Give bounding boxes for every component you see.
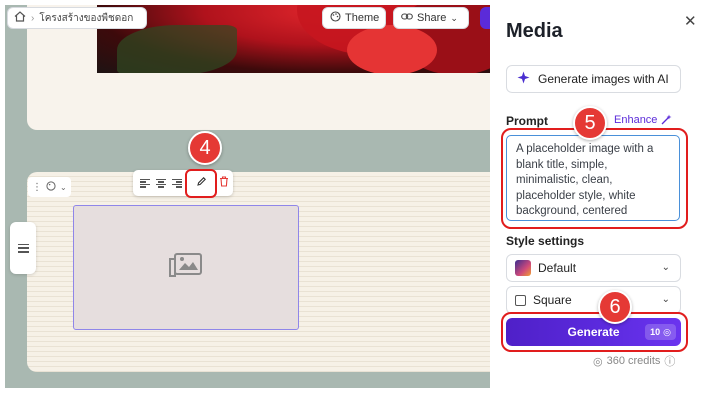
aspect-value: Square [533,293,572,307]
breadcrumb: › โครงสร้างของพืชดอก [7,7,147,29]
trash-icon[interactable] [219,176,229,190]
present-button-edge[interactable] [480,7,490,29]
enhance-label: Enhance [614,114,658,126]
prompt-label: Prompt [506,114,548,128]
block-tools: ⋮ ⌄ [28,177,71,197]
generate-images-label: Generate images with AI [538,72,669,86]
media-panel: Media ✕ Generate images with AI Prompt E… [490,0,712,419]
chevron-down-icon: ⌄ [661,262,670,273]
image-placeholder[interactable] [73,205,299,330]
step-badge-6: 6 [598,290,632,324]
link-icon [401,12,413,24]
palette-icon [330,11,341,25]
chevron-down-icon[interactable]: ⌄ [60,183,67,192]
ai-sparkle-icon [517,71,530,87]
share-label: Share [417,12,447,24]
checkbox-icon [515,294,526,306]
share-button[interactable]: Share ⌄ [393,7,469,29]
align-center-icon[interactable] [156,178,166,188]
menu-icon [17,243,29,253]
panel-title: Media [506,20,563,42]
style-thumbnail [515,260,531,276]
chevron-down-icon: ⌄ [661,294,670,305]
style-value: Default [538,261,577,275]
home-icon[interactable] [14,11,26,25]
style-select[interactable]: Default ⌄ [506,254,681,282]
close-icon[interactable]: ✕ [684,12,697,30]
chevron-right-icon: › [31,12,35,24]
aspect-ratio-select[interactable]: Square ⌄ [506,286,681,314]
info-icon[interactable]: ⓘ [664,353,675,369]
image-format-toolbar [133,170,233,196]
step-badge-4: 4 [188,131,222,165]
chevron-down-icon: ⌄ [450,12,458,23]
generate-images-button[interactable]: Generate images with AI [506,65,681,93]
breadcrumb-page[interactable]: โครงสร้างของพืชดอก [39,11,133,26]
align-left-icon[interactable] [140,178,150,188]
credit-icon: ◎ [593,355,603,368]
credits-text: 360 credits [606,355,661,367]
theme-label: Theme [345,12,380,24]
edit-button-highlight [185,169,217,198]
theme-button[interactable]: Theme [322,7,386,29]
style-settings-label: Style settings [506,234,585,248]
image-placeholder-icon [169,252,203,283]
side-panel-toggle[interactable] [10,222,36,274]
enhance-button[interactable]: Enhance [614,114,672,128]
credits-info: ◎ 360 credits ⓘ [593,353,675,369]
magic-wand-icon [661,114,672,128]
step-badge-5: 5 [573,106,607,140]
prompt-highlight [501,128,688,229]
align-right-icon[interactable] [172,178,182,188]
editor-canvas [5,5,490,388]
palette-icon[interactable] [46,180,56,194]
drag-handle-icon[interactable]: ⋮ [32,182,42,193]
generate-highlight [501,312,688,352]
